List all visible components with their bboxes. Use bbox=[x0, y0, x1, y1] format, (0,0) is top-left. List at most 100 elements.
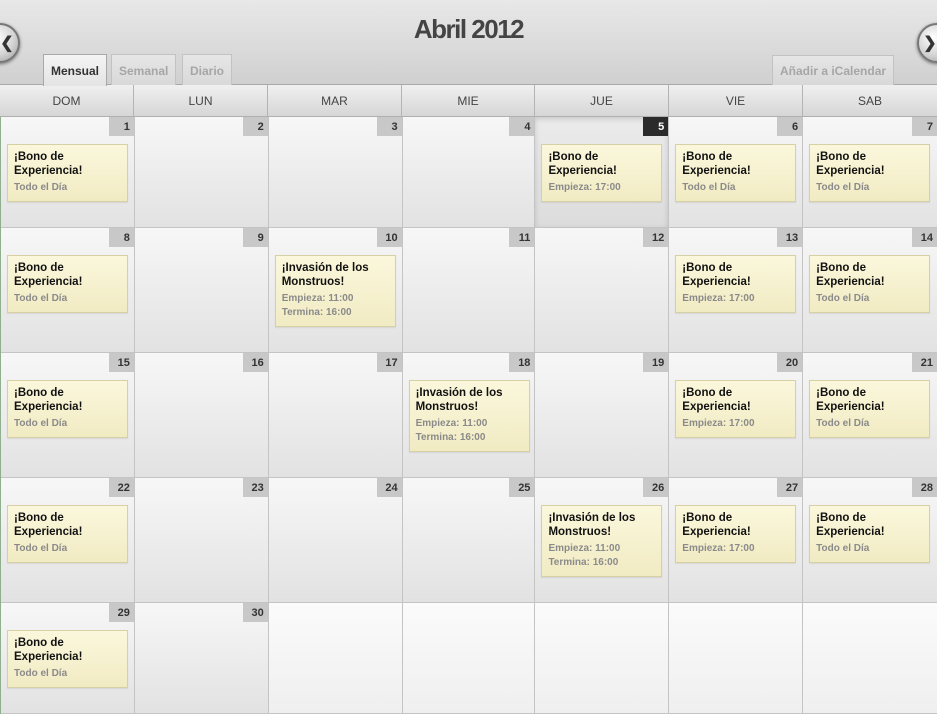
day-number: 16 bbox=[242, 353, 268, 372]
event-title: ¡Bono de Experiencia! bbox=[14, 387, 83, 413]
day-cell[interactable]: 12 bbox=[535, 228, 670, 353]
empty-day-cell bbox=[268, 603, 403, 714]
event-time: Todo el Día bbox=[14, 543, 68, 554]
day-number: 6 bbox=[777, 117, 803, 136]
calendar-event[interactable]: ¡Bono de Experiencia! Todo el Día bbox=[809, 144, 931, 202]
day-number: 27 bbox=[777, 478, 803, 497]
day-cell[interactable]: 1 ¡Bono de Experiencia! Todo el Día bbox=[1, 117, 135, 228]
calendar-event[interactable]: ¡Invasión de los Monstruos! Empieza: 11:0… bbox=[408, 380, 530, 452]
event-time: Todo el Día bbox=[14, 418, 68, 429]
day-cell[interactable]: 29 ¡Bono de Experiencia! Todo el Día bbox=[1, 603, 135, 714]
event-time: Todo el Día bbox=[682, 182, 736, 193]
day-cell[interactable]: 25 bbox=[402, 478, 536, 603]
day-number: 8 bbox=[108, 228, 134, 247]
add-to-icalendar-button[interactable]: Añadir a iCalendar bbox=[772, 55, 895, 85]
day-number: 24 bbox=[376, 478, 402, 497]
event-title: ¡Bono de Experiencia! bbox=[682, 512, 751, 538]
calendar-event[interactable]: ¡Bono de Experiencia! Todo el Día bbox=[7, 505, 128, 563]
event-title: ¡Bono de Experiencia! bbox=[548, 151, 617, 177]
day-cell[interactable]: 21 ¡Bono de Experiencia! Todo el Día bbox=[803, 353, 937, 478]
day-cell[interactable]: 27 ¡Bono de Experiencia! Empieza: 17:00 bbox=[669, 478, 804, 603]
event-title: ¡Bono de Experiencia! bbox=[682, 387, 751, 413]
weekday-vie: VIE bbox=[669, 85, 803, 117]
day-cell[interactable]: 13 ¡Bono de Experiencia! Empieza: 17:00 bbox=[669, 228, 804, 353]
event-time: Empieza: 11:00 bbox=[415, 418, 488, 429]
day-cell[interactable]: 14 ¡Bono de Experiencia! Todo el Día bbox=[803, 228, 937, 353]
calendar-event[interactable]: ¡Bono de Experiencia! Empieza: 17:00 bbox=[675, 505, 797, 563]
day-cell[interactable]: 6 ¡Bono de Experiencia! Todo el Día bbox=[669, 117, 804, 228]
day-cell[interactable]: 26 ¡Invasión de los Monstruos! Empieza: 11… bbox=[535, 478, 670, 603]
empty-day-cell bbox=[402, 603, 536, 714]
day-cell[interactable]: 7 ¡Bono de Experiencia! Todo el Día bbox=[803, 117, 937, 228]
weekday-dom: DOM bbox=[0, 85, 134, 117]
day-cell[interactable]: 28 ¡Bono de Experiencia! Todo el Día bbox=[803, 478, 937, 603]
calendar-event[interactable]: ¡Bono de Experiencia! Todo el Día bbox=[7, 380, 128, 438]
day-cell[interactable]: 10 ¡Invasión de los Monstruos! Empieza: 11… bbox=[268, 228, 403, 353]
event-end-time: Termina: 16:00 bbox=[548, 557, 619, 568]
day-cell[interactable]: 3 bbox=[268, 117, 403, 228]
weekday-sab: SAB bbox=[803, 85, 937, 117]
calendar-event[interactable]: ¡Invasión de los Monstruos! Empieza: 11:0… bbox=[274, 255, 396, 327]
empty-day-cell bbox=[669, 603, 804, 714]
tab-semanal[interactable]: Semanal bbox=[111, 54, 177, 86]
calendar-event[interactable]: ¡Bono de Experiencia! Todo el Día bbox=[675, 144, 797, 202]
day-cell[interactable]: 2 bbox=[134, 117, 269, 228]
event-title: ¡Bono de Experiencia! bbox=[816, 512, 885, 538]
calendar-event[interactable]: ¡Bono de Experiencia! Todo el Día bbox=[809, 505, 931, 563]
calendar-event[interactable]: ¡Bono de Experiencia! Empieza: 17:00 bbox=[675, 380, 797, 438]
icalendar-label: Añadir a iCalendar bbox=[780, 63, 887, 78]
calendar-event[interactable]: ¡Bono de Experiencia! Todo el Día bbox=[7, 144, 128, 202]
tab-diario[interactable]: Diario bbox=[182, 54, 233, 86]
day-number: 12 bbox=[643, 228, 669, 247]
event-title: ¡Bono de Experiencia! bbox=[682, 262, 751, 288]
calendar-event[interactable]: ¡Bono de Experiencia! Todo el Día bbox=[809, 255, 931, 313]
event-title: ¡Bono de Experiencia! bbox=[816, 387, 885, 413]
event-time: Empieza: 11:00 bbox=[548, 543, 621, 554]
tab-mensual[interactable]: Mensual bbox=[43, 54, 108, 86]
calendar-event[interactable]: ¡Bono de Experiencia! Todo el Día bbox=[809, 380, 931, 438]
tab-label: Diario bbox=[190, 63, 225, 78]
day-number: 30 bbox=[242, 603, 268, 622]
day-number: 15 bbox=[108, 353, 134, 372]
event-time: Todo el Día bbox=[14, 668, 68, 679]
day-number: 13 bbox=[777, 228, 803, 247]
day-number: 19 bbox=[643, 353, 669, 372]
day-cell[interactable]: 24 bbox=[268, 478, 403, 603]
day-number: 10 bbox=[376, 228, 402, 247]
week-row: 8 ¡Bono de Experiencia! Todo el Día 9 10 ¡Inv… bbox=[0, 228, 937, 353]
day-cell[interactable]: 15 ¡Bono de Experiencia! Todo el Día bbox=[1, 353, 135, 478]
day-cell[interactable]: 20 ¡Bono de Experiencia! Empieza: 17:00 bbox=[669, 353, 804, 478]
day-cell[interactable]: 18 ¡Invasión de los Monstruos! Empieza: 11… bbox=[402, 353, 536, 478]
tab-label: Mensual bbox=[51, 63, 100, 78]
day-cell[interactable]: 16 bbox=[134, 353, 269, 478]
day-cell[interactable]: 8 ¡Bono de Experiencia! Todo el Día bbox=[1, 228, 135, 353]
weekday-lun: LUN bbox=[134, 85, 268, 117]
week-row: 29 ¡Bono de Experiencia! Todo el Día 30 bbox=[0, 603, 937, 714]
day-number: 18 bbox=[509, 353, 535, 372]
day-cell[interactable]: 5 ¡Bono de Experiencia! Empieza: 17:00 bbox=[535, 117, 670, 228]
day-cell[interactable]: 9 bbox=[134, 228, 269, 353]
day-cell[interactable]: 30 bbox=[134, 603, 269, 714]
day-cell[interactable]: 19 bbox=[535, 353, 670, 478]
event-title: ¡Bono de Experiencia! bbox=[682, 151, 751, 177]
week-row: 1 ¡Bono de Experiencia! Todo el Día 2 3 4 5 ¡Bo… bbox=[0, 117, 937, 228]
day-number: 20 bbox=[777, 353, 803, 372]
day-cell[interactable]: 4 bbox=[402, 117, 536, 228]
day-number: 4 bbox=[509, 117, 535, 136]
calendar-event[interactable]: ¡Bono de Experiencia! Todo el Día bbox=[7, 630, 128, 688]
day-cell[interactable]: 23 bbox=[134, 478, 269, 603]
day-cell[interactable]: 11 bbox=[402, 228, 536, 353]
weekday-header-row: DOM LUN MAR MIE JUE VIE SAB bbox=[0, 85, 937, 117]
day-number: 28 bbox=[912, 478, 937, 497]
calendar-event[interactable]: ¡Bono de Experiencia! Todo el Día bbox=[7, 255, 128, 313]
month-title: Abril 2012 bbox=[413, 14, 525, 44]
event-title: ¡Bono de Experiencia! bbox=[14, 262, 83, 288]
calendar-event[interactable]: ¡Bono de Experiencia! Empieza: 17:00 bbox=[675, 255, 797, 313]
calendar-event[interactable]: ¡Invasión de los Monstruos! Empieza: 11:0… bbox=[541, 505, 663, 577]
calendar-event[interactable]: ¡Bono de Experiencia! Empieza: 17:00 bbox=[541, 144, 663, 202]
day-cell[interactable]: 17 bbox=[268, 353, 403, 478]
event-title: ¡Bono de Experiencia! bbox=[14, 637, 83, 663]
day-cell[interactable]: 22 ¡Bono de Experiencia! Todo el Día bbox=[1, 478, 135, 603]
calendar-header: ❮ Abril 2012 ❯ Mensual Semanal Diario Añ… bbox=[0, 0, 937, 86]
month-grid: 1 ¡Bono de Experiencia! Todo el Día 2 3 4 5 ¡Bo… bbox=[0, 117, 937, 714]
